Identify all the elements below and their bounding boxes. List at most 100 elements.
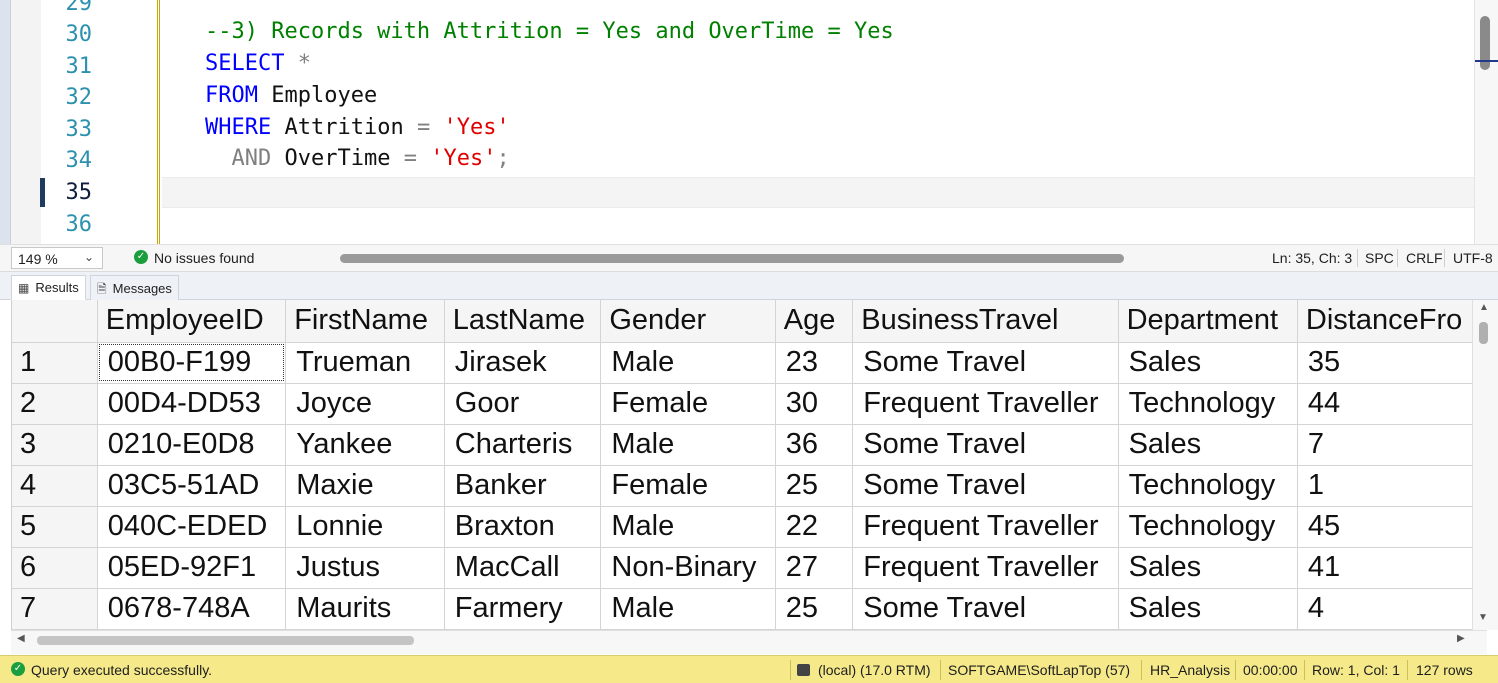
cell[interactable]: 25: [775, 465, 854, 507]
row-number-header[interactable]: [12, 300, 98, 343]
scroll-up-icon[interactable]: ▲: [1479, 302, 1489, 313]
tab-messages[interactable]: 🗎 Messages: [90, 275, 179, 300]
code-line-where[interactable]: WHERE Attrition = 'Yes': [205, 112, 510, 144]
grid-vertical-scrollbar[interactable]: [1472, 300, 1498, 630]
cell[interactable]: 040C-EDED: [97, 506, 287, 548]
scroll-right-icon[interactable]: ▶: [1457, 633, 1465, 644]
column-header[interactable]: FirstName: [285, 300, 445, 343]
table-row[interactable]: 7 0678-748A Maurits Farmery Male 25 Some…: [12, 588, 1487, 630]
cell[interactable]: 0210-E0D8: [97, 424, 287, 466]
row-number[interactable]: 2: [12, 383, 98, 425]
row-number[interactable]: 3: [12, 424, 98, 466]
cell-selected[interactable]: 00B0-F199: [97, 342, 287, 384]
results-grid[interactable]: EmployeeID FirstName LastName Gender Age…: [11, 300, 1487, 630]
cursor-position[interactable]: Ln: 35, Ch: 3: [1272, 250, 1352, 266]
grid-vertical-scroll-thumb[interactable]: [1479, 322, 1488, 344]
cell[interactable]: 00D4-DD53: [97, 383, 287, 425]
cell[interactable]: Technology: [1118, 506, 1298, 548]
cell[interactable]: 45: [1297, 506, 1487, 548]
cell[interactable]: 35: [1297, 342, 1487, 384]
cell[interactable]: Some Travel: [852, 342, 1119, 384]
cell[interactable]: 30: [775, 383, 854, 425]
cell[interactable]: Male: [600, 506, 776, 548]
column-header[interactable]: Gender: [600, 300, 776, 343]
scroll-left-icon[interactable]: ◀: [17, 633, 25, 644]
cell[interactable]: 05ED-92F1: [97, 547, 287, 589]
table-row[interactable]: 5 040C-EDED Lonnie Braxton Male 22 Frequ…: [12, 506, 1487, 548]
cell[interactable]: Maxie: [285, 465, 445, 507]
table-row[interactable]: 2 00D4-DD53 Joyce Goor Female 30 Frequen…: [12, 383, 1487, 425]
cell[interactable]: Maurits: [285, 588, 445, 630]
cell[interactable]: 0678-748A: [97, 588, 287, 630]
tab-results[interactable]: ▦ Results: [11, 275, 86, 300]
encoding[interactable]: UTF-8: [1453, 250, 1493, 266]
cell[interactable]: Sales: [1118, 424, 1298, 466]
cell[interactable]: 36: [775, 424, 854, 466]
table-row[interactable]: 1 00B0-F199 Trueman Jirasek Male 23 Some…: [12, 342, 1487, 384]
table-row[interactable]: 4 03C5-51AD Maxie Banker Female 25 Some …: [12, 465, 1487, 507]
cell[interactable]: Lonnie: [285, 506, 445, 548]
cell[interactable]: Yankee: [285, 424, 445, 466]
column-header[interactable]: EmployeeID: [97, 300, 287, 343]
cell[interactable]: Sales: [1118, 588, 1298, 630]
whitespace-mode[interactable]: SPC: [1365, 250, 1394, 266]
grid-horizontal-scroll-thumb[interactable]: [37, 636, 414, 645]
cell[interactable]: 22: [775, 506, 854, 548]
cell[interactable]: 44: [1297, 383, 1487, 425]
code-comment[interactable]: --3) Records with Attrition = Yes and Ov…: [205, 16, 894, 48]
cell[interactable]: Frequent Traveller: [852, 547, 1119, 589]
cell[interactable]: 41: [1297, 547, 1487, 589]
cell[interactable]: Joyce: [285, 383, 445, 425]
cell[interactable]: Male: [600, 588, 776, 630]
cell[interactable]: Banker: [444, 465, 602, 507]
cell[interactable]: Frequent Traveller: [852, 383, 1119, 425]
issues-status[interactable]: No issues found: [154, 250, 254, 266]
cell[interactable]: Frequent Traveller: [852, 506, 1119, 548]
cell[interactable]: Female: [600, 465, 776, 507]
cell[interactable]: Justus: [285, 547, 445, 589]
cell[interactable]: Non-Binary: [600, 547, 776, 589]
column-header[interactable]: Department: [1118, 300, 1298, 343]
cell[interactable]: Male: [600, 424, 776, 466]
column-header[interactable]: LastName: [444, 300, 602, 343]
cell[interactable]: Male: [600, 342, 776, 384]
cell[interactable]: Trueman: [285, 342, 445, 384]
cell[interactable]: Goor: [444, 383, 602, 425]
cell[interactable]: Jirasek: [444, 342, 602, 384]
cell[interactable]: Braxton: [444, 506, 602, 548]
cell[interactable]: Technology: [1118, 465, 1298, 507]
row-number[interactable]: 5: [12, 506, 98, 548]
column-header[interactable]: DistanceFro: [1297, 300, 1487, 343]
row-number[interactable]: 1: [12, 342, 98, 384]
query-editor[interactable]: 29 30 31 32 33 34 35 36 --3) Records wit…: [0, 0, 1498, 244]
cell[interactable]: Farmery: [444, 588, 602, 630]
cell[interactable]: Some Travel: [852, 588, 1119, 630]
cell[interactable]: 27: [775, 547, 854, 589]
table-row[interactable]: 3 0210-E0D8 Yankee Charteris Male 36 Som…: [12, 424, 1487, 466]
cell[interactable]: 4: [1297, 588, 1487, 630]
cell[interactable]: 23: [775, 342, 854, 384]
column-header[interactable]: BusinessTravel: [852, 300, 1119, 343]
cell[interactable]: Charteris: [444, 424, 602, 466]
editor-horizontal-scroll-thumb[interactable]: [340, 254, 1124, 263]
column-header[interactable]: Age: [775, 300, 854, 343]
line-ending[interactable]: CRLF: [1406, 250, 1443, 266]
row-number[interactable]: 6: [12, 547, 98, 589]
row-number[interactable]: 4: [12, 465, 98, 507]
zoom-dropdown[interactable]: 149 % ⌄: [11, 247, 103, 269]
scroll-down-icon[interactable]: ▼: [1478, 612, 1488, 623]
cell[interactable]: Some Travel: [852, 424, 1119, 466]
cell[interactable]: Technology: [1118, 383, 1298, 425]
cell[interactable]: Sales: [1118, 342, 1298, 384]
code-line-select[interactable]: SELECT *: [205, 48, 311, 80]
cell[interactable]: 25: [775, 588, 854, 630]
cell[interactable]: Female: [600, 383, 776, 425]
cell[interactable]: 03C5-51AD: [97, 465, 287, 507]
cell[interactable]: 7: [1297, 424, 1487, 466]
cell[interactable]: 1: [1297, 465, 1487, 507]
cell[interactable]: Some Travel: [852, 465, 1119, 507]
cell[interactable]: MacCall: [444, 547, 602, 589]
code-line-from[interactable]: FROM Employee: [205, 80, 377, 112]
row-number[interactable]: 7: [12, 588, 98, 630]
cell[interactable]: Sales: [1118, 547, 1298, 589]
